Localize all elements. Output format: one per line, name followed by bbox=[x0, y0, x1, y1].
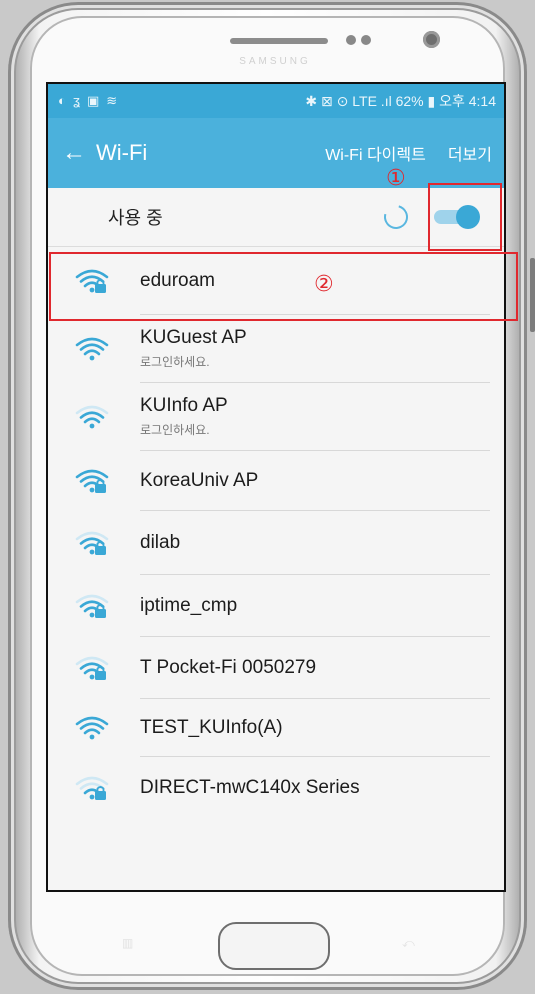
wifi-status-icon: ≋ bbox=[106, 93, 118, 108]
network-ssid: dilab bbox=[140, 531, 181, 553]
front-camera bbox=[423, 31, 440, 48]
back-arrow-icon[interactable]: ← bbox=[48, 139, 96, 167]
back-key[interactable]: ⤺ bbox=[402, 936, 415, 951]
network-ssid: TEST_KUInfo(A) bbox=[140, 716, 283, 738]
wifi-icon bbox=[74, 335, 110, 363]
network-status: 로그인하세요. bbox=[140, 355, 210, 369]
home-button[interactable] bbox=[218, 922, 330, 970]
annotation-box-toggle bbox=[428, 183, 502, 251]
network-ssid: iptime_cmp bbox=[140, 594, 238, 616]
power-button[interactable] bbox=[530, 258, 535, 332]
network-ssid: KUInfo AP bbox=[140, 395, 228, 416]
status-bar: ◐ ʓ ▣ ≋ ✱ ⊠ ⊙ LTE .ıl 62% ▮ 오후 4:14 bbox=[48, 84, 504, 118]
wifi-icon bbox=[74, 403, 110, 431]
network-item[interactable]: KoreaUniv AP bbox=[48, 451, 504, 511]
more-button[interactable]: 더보기 bbox=[448, 141, 492, 165]
annotation-number-one: ① bbox=[386, 166, 406, 191]
wifi-secured-icon bbox=[74, 654, 110, 682]
network-item[interactable]: DIRECT-mwC140x Series bbox=[48, 757, 504, 819]
network-ssid: T Pocket-Fi 0050279 bbox=[140, 656, 317, 678]
proximity-sensor bbox=[346, 35, 356, 45]
network-text: T Pocket-Fi 0050279 bbox=[140, 637, 490, 699]
brand-logo: SAMSUNG bbox=[239, 56, 311, 67]
light-sensor bbox=[361, 35, 371, 45]
messenger-icon: ◐ bbox=[58, 93, 66, 108]
network-text: KoreaUniv AP bbox=[140, 451, 490, 511]
network-list: eduroam KUGuest AP 로그인하세요. KUInfo AP 로그인하세요.… bbox=[48, 247, 504, 819]
status-notification-icons: ◐ ʓ ▣ ≋ bbox=[58, 93, 117, 109]
page-title: Wi-Fi bbox=[96, 140, 148, 165]
network-item[interactable]: dilab bbox=[48, 511, 504, 575]
wifi-secured-icon bbox=[74, 592, 110, 620]
recent-apps-key[interactable]: ▥ bbox=[122, 936, 133, 950]
status-system-info: ✱ ⊠ ⊙ LTE .ıl 62% ▮ 오후 4:14 bbox=[305, 93, 496, 109]
network-item[interactable]: TEST_KUInfo(A) bbox=[48, 699, 504, 757]
wifi-secured-icon bbox=[74, 467, 110, 495]
gallery-icon: ▣ bbox=[86, 93, 100, 108]
network-item[interactable]: iptime_cmp bbox=[48, 575, 504, 637]
network-ssid: DIRECT-mwC140x Series bbox=[140, 777, 360, 798]
wifi-secured-icon bbox=[74, 529, 110, 557]
earpiece-speaker bbox=[230, 38, 328, 44]
network-ssid: KoreaUniv AP bbox=[140, 469, 259, 491]
master-switch-label: 사용 중 bbox=[108, 208, 163, 228]
network-status: 로그인하세요. bbox=[140, 423, 210, 437]
network-text: KUGuest AP 로그인하세요. bbox=[140, 315, 490, 383]
network-item[interactable]: KUInfo AP 로그인하세요. bbox=[48, 383, 504, 451]
network-text: KUInfo AP 로그인하세요. bbox=[140, 383, 490, 451]
wifi-icon bbox=[74, 714, 110, 742]
annotation-box-eduroam bbox=[49, 252, 518, 321]
app-bar: ← Wi-Fi Wi-Fi 다이렉트 더보기 bbox=[48, 118, 504, 188]
network-item[interactable]: T Pocket-Fi 0050279 bbox=[48, 637, 504, 699]
scanning-spinner-icon bbox=[379, 200, 413, 234]
network-text: DIRECT-mwC140x Series bbox=[140, 757, 490, 819]
network-text: dilab bbox=[140, 511, 490, 575]
wifi-secured-icon bbox=[74, 774, 110, 802]
network-text: TEST_KUInfo(A) bbox=[140, 699, 490, 757]
network-ssid: KUGuest AP bbox=[140, 327, 247, 348]
network-text: iptime_cmp bbox=[140, 575, 490, 637]
network-item[interactable]: KUGuest AP 로그인하세요. bbox=[48, 315, 504, 383]
app-icon: ʓ bbox=[72, 93, 80, 108]
wifi-direct-button[interactable]: Wi-Fi 다이렉트 bbox=[325, 141, 426, 165]
